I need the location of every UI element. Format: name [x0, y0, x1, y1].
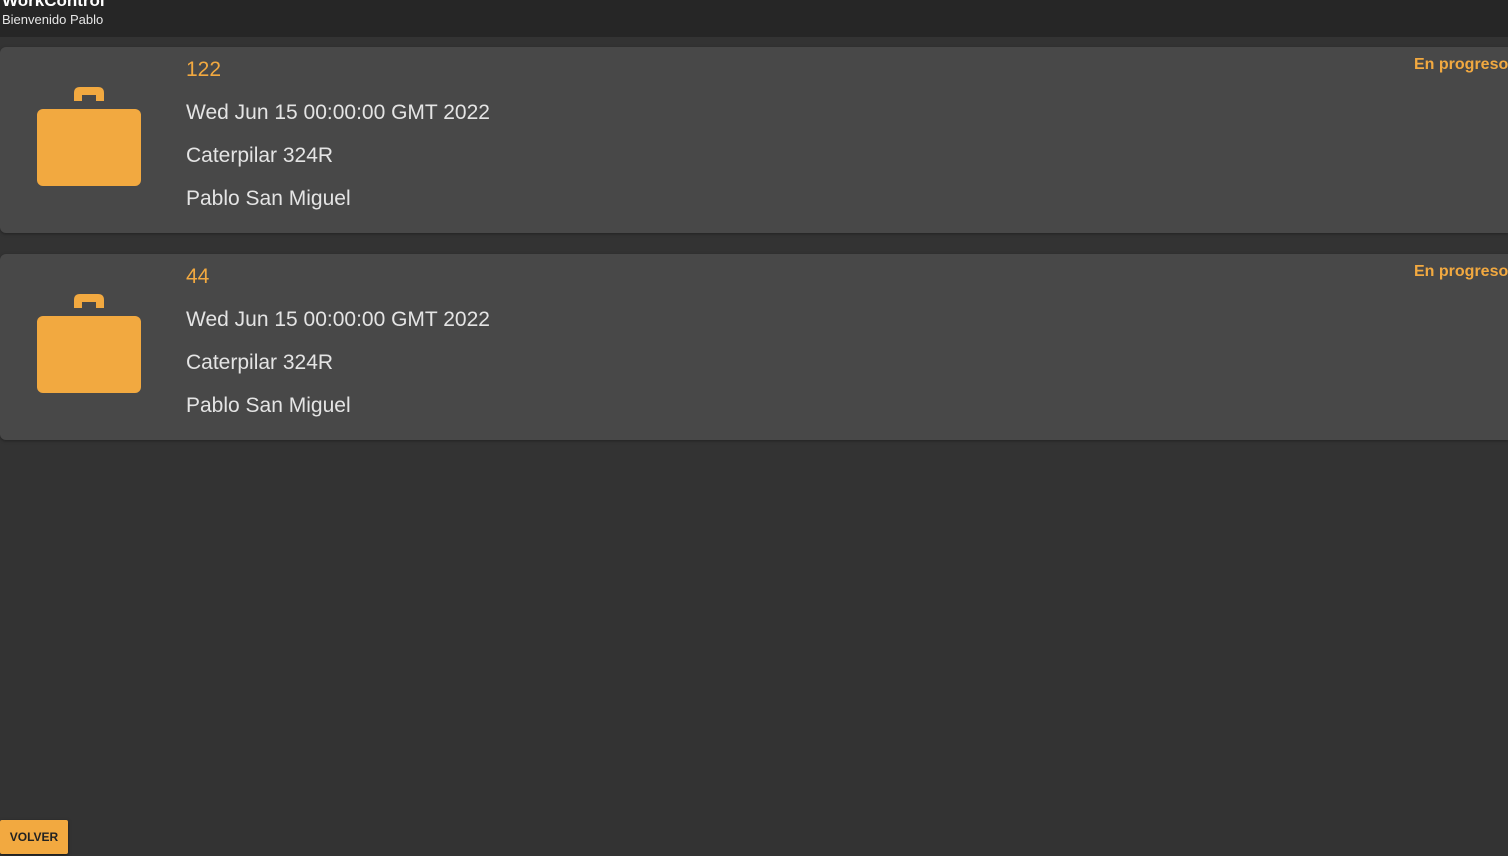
order-machine: Caterpilar 324R [186, 351, 334, 374]
order-card[interactable]: 122 Wed Jun 15 00:00:00 GMT 2022 Caterpi… [0, 47, 1508, 233]
order-date: Wed Jun 15 00:00:00 GMT 2022 [186, 308, 490, 331]
order-date: Wed Jun 15 00:00:00 GMT 2022 [186, 101, 490, 124]
briefcase-icon [37, 294, 141, 393]
order-person: Pablo San Miguel [186, 394, 351, 417]
app-screen: WorkControl Bienvenido Pablo 122 Wed Jun… [0, 0, 1508, 856]
order-id: 44 [186, 265, 210, 288]
order-id: 122 [186, 58, 222, 81]
app-toolbar: WorkControl Bienvenido Pablo [0, 0, 1508, 37]
order-machine: Caterpilar 324R [186, 144, 334, 167]
status-badge: En progreso [1414, 263, 1508, 280]
order-person: Pablo San Miguel [186, 187, 351, 210]
status-badge: En progreso [1414, 56, 1508, 73]
back-button[interactable]: VOLVER [0, 820, 68, 854]
briefcase-icon [37, 87, 141, 186]
welcome-subtitle: Bienvenido Pablo [2, 12, 104, 27]
order-card[interactable]: 44 Wed Jun 15 00:00:00 GMT 2022 Caterpil… [0, 254, 1508, 440]
app-title: WorkControl [2, 0, 105, 10]
